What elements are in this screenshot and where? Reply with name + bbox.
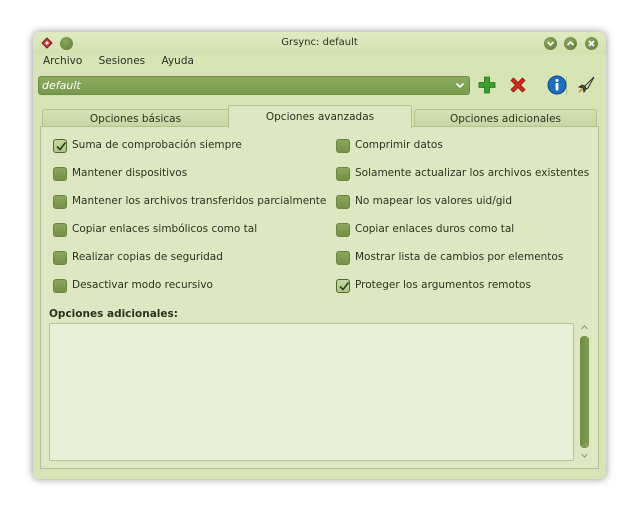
extra-options-label: Opciones adicionales: [49, 308, 178, 320]
rocket-icon [577, 76, 595, 94]
option-label: Copiar enlaces duros como tal [355, 223, 515, 235]
menu-sesiones[interactable]: Sesiones [99, 55, 146, 67]
option-label: Solamente actualizar los archivos existe… [355, 167, 590, 179]
checkbox-keep-devices[interactable] [53, 167, 67, 181]
menu-archivo[interactable]: Archivo [43, 55, 82, 67]
delete-session-button[interactable] [507, 74, 529, 96]
option-label: No mapear los valores uid/gid [355, 195, 513, 207]
tab-basic-options[interactable]: Opciones básicas [42, 109, 229, 127]
checkbox-no-recursive[interactable] [53, 279, 67, 293]
option-label: Mostrar lista de cambios por elementos [355, 251, 564, 263]
tab-bar: Opciones básicas Opciones avanzadas Opci… [40, 105, 599, 128]
option-label: Copiar enlaces simbólicos como tal [72, 223, 258, 235]
checkbox-keep-partial[interactable] [53, 195, 67, 209]
advanced-options-panel: Suma de comprobación siempre Mantener di… [40, 126, 599, 469]
toolbar: default [38, 74, 601, 98]
tab-advanced-options[interactable]: Opciones avanzadas [228, 105, 412, 128]
info-icon [547, 75, 567, 95]
checkbox-backup[interactable] [53, 251, 67, 265]
extra-options-textarea[interactable] [49, 323, 574, 461]
checkbox-protect-args[interactable] [336, 279, 350, 293]
extra-options-scrollbar[interactable] [579, 323, 590, 461]
scroll-up-icon[interactable] [580, 323, 589, 332]
checkbox-copy-symlinks[interactable] [53, 223, 67, 237]
checkbox-no-map-uid[interactable] [336, 195, 350, 209]
checkmark-icon [56, 142, 67, 151]
execute-button[interactable] [575, 74, 597, 96]
checkbox-update-existing[interactable] [336, 167, 350, 181]
chevron-down-icon[interactable] [454, 79, 466, 91]
checkbox-checksum[interactable] [53, 139, 67, 153]
title-bar[interactable]: Grsync: default [33, 32, 606, 54]
maximize-button[interactable] [564, 37, 577, 50]
delete-x-icon [510, 77, 526, 93]
option-label: Mantener dispositivos [72, 167, 188, 179]
checkbox-itemize-changes[interactable] [336, 251, 350, 265]
info-button[interactable] [546, 74, 568, 96]
close-button[interactable] [585, 37, 598, 50]
add-session-button[interactable] [476, 74, 498, 96]
option-label: Desactivar modo recursivo [72, 279, 213, 291]
session-combo[interactable]: default [38, 76, 470, 95]
scroll-up-icon[interactable] [580, 441, 589, 450]
checkmark-icon [339, 282, 350, 291]
window-title: Grsync: default [281, 37, 358, 48]
option-label: Realizar copias de seguridad [72, 251, 223, 263]
option-label: Suma de comprobación siempre [72, 139, 242, 151]
option-label: Mantener los archivos transferidos parci… [72, 195, 327, 207]
option-label: Proteger los argumentos remotos [355, 279, 531, 291]
app-window: Grsync: default Archivo Sesiones Ayuda d… [33, 32, 606, 479]
checkbox-compress[interactable] [336, 139, 350, 153]
session-combo-value: default [42, 79, 81, 92]
menu-bar: Archivo Sesiones Ayuda [43, 55, 207, 71]
scroll-thumb[interactable] [580, 336, 589, 448]
option-label: Comprimir datos [355, 139, 443, 151]
plus-icon [478, 76, 496, 94]
minimize-button[interactable] [544, 37, 557, 50]
scroll-down-icon[interactable] [580, 451, 589, 460]
checkbox-copy-hardlinks[interactable] [336, 223, 350, 237]
tab-additional-options[interactable]: Opciones adicionales [414, 109, 597, 127]
menu-ayuda[interactable]: Ayuda [161, 55, 193, 67]
